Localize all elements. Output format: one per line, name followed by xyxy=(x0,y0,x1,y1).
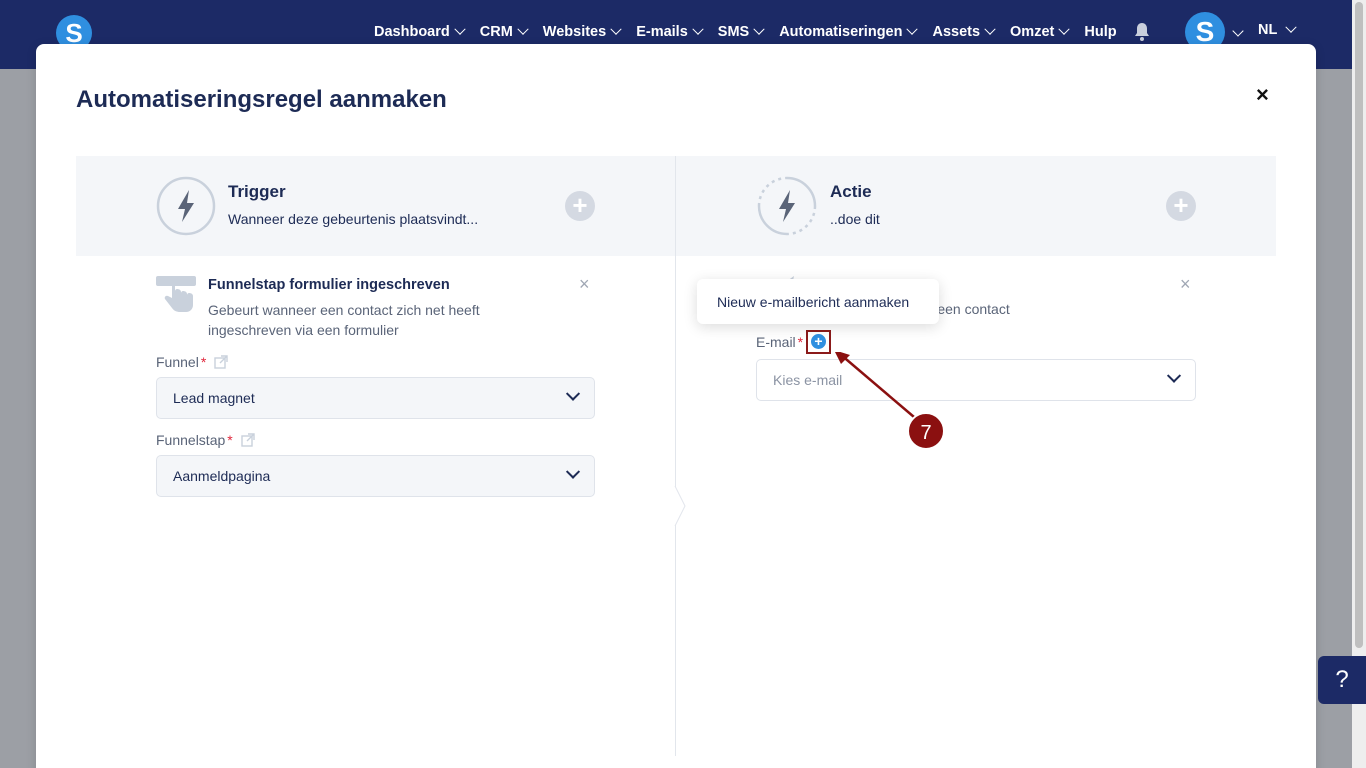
chevron-down-icon xyxy=(906,23,919,35)
remove-action-icon[interactable]: × xyxy=(1180,274,1191,295)
chevron-down-icon xyxy=(517,23,529,35)
external-link-icon[interactable] xyxy=(241,433,255,447)
nav-emails[interactable]: E-mails xyxy=(636,23,704,40)
language-switcher[interactable]: NL xyxy=(1258,21,1298,38)
trigger-panel-header: Trigger Wanneer deze gebeurtenis plaatsv… xyxy=(76,156,675,256)
chevron-down-icon xyxy=(565,464,581,479)
chevron-down-icon xyxy=(454,23,466,35)
nav-websites-label: Websites xyxy=(542,24,607,40)
add-email-tooltip: Nieuw e-mailbericht aanmaken xyxy=(697,279,939,324)
required-marker: * xyxy=(797,334,804,350)
nav-omzet-label: Omzet xyxy=(1010,24,1055,40)
nav-automatiseringen[interactable]: Automatiseringen xyxy=(779,23,919,40)
nav-crm-label: CRM xyxy=(479,24,513,40)
nav-hulp[interactable]: Hulp xyxy=(1084,24,1116,40)
help-button[interactable]: ? xyxy=(1318,656,1366,704)
funnel-label-text: Funnel xyxy=(156,354,199,370)
funnelstap-selected-value: Aanmeldpagina xyxy=(173,468,271,484)
scrollbar-thumb[interactable] xyxy=(1355,2,1363,648)
trigger-step-title: Funnelstap formulier ingeschreven xyxy=(208,277,450,293)
external-link-icon[interactable] xyxy=(214,355,228,369)
action-subtitle: ..doe dit xyxy=(830,211,880,227)
nav-hulp-label: Hulp xyxy=(1084,24,1117,40)
add-email-button[interactable]: + xyxy=(811,334,826,349)
nav-omzet[interactable]: Omzet xyxy=(1010,23,1071,40)
funnel-selected-value: Lead magnet xyxy=(173,390,255,406)
funnelstap-select[interactable]: Aanmeldpagina xyxy=(156,455,595,497)
required-marker: * xyxy=(227,432,233,448)
nav-assets[interactable]: Assets xyxy=(932,23,996,40)
nav-assets-label: Assets xyxy=(932,24,981,40)
panel-divider xyxy=(675,156,676,756)
main-menu: Dashboard CRM Websites E-mails SMS Autom… xyxy=(374,22,1173,42)
lightning-cycle-icon xyxy=(757,176,817,236)
close-icon[interactable]: × xyxy=(1256,82,1269,108)
language-label: NL xyxy=(1258,22,1278,38)
create-automation-rule-modal: Automatiseringsregel aanmaken × Trigger … xyxy=(36,44,1316,768)
divider-notch xyxy=(674,486,686,526)
chevron-down-icon xyxy=(1166,368,1182,383)
required-marker: * xyxy=(200,354,207,370)
nav-automatiseringen-label: Automatiseringen xyxy=(779,24,903,40)
trigger-subtitle: Wanneer deze gebeurtenis plaatsvindt... xyxy=(228,211,479,227)
lightning-icon xyxy=(156,176,216,236)
highlight-box: + xyxy=(806,330,831,354)
nav-sms[interactable]: SMS xyxy=(717,23,765,40)
page-scrollbar[interactable] xyxy=(1352,0,1366,768)
chevron-down-icon xyxy=(984,23,996,35)
modal-title: Automatiseringsregel aanmaken xyxy=(76,86,447,113)
chevron-down-icon xyxy=(1058,23,1071,35)
chevron-down-icon xyxy=(565,386,581,401)
funnel-select[interactable]: Lead magnet xyxy=(156,377,595,419)
email-field-label: E-mail * xyxy=(756,334,803,350)
bell-icon[interactable] xyxy=(1133,22,1151,42)
add-trigger-button[interactable]: + xyxy=(565,191,595,221)
funnel-field-label: Funnel * xyxy=(156,354,228,370)
nav-emails-label: E-mails xyxy=(636,24,688,40)
trigger-step-description: Gebeurt wanneer een contact zich net hee… xyxy=(208,302,480,338)
chevron-down-icon[interactable] xyxy=(1232,25,1244,37)
nav-sms-label: SMS xyxy=(717,24,750,40)
chevron-down-icon xyxy=(610,23,622,35)
form-funnel-icon xyxy=(156,276,196,312)
add-action-button[interactable]: + xyxy=(1166,191,1196,221)
chevron-down-icon xyxy=(692,23,704,35)
email-label-text: E-mail xyxy=(756,334,796,350)
funnelstap-label-text: Funnelstap xyxy=(156,432,226,448)
chevron-down-icon xyxy=(1285,21,1298,33)
action-panel-header: Actie ..doe dit + xyxy=(676,156,1276,256)
remove-trigger-icon[interactable]: × xyxy=(579,274,590,295)
nav-websites[interactable]: Websites xyxy=(542,23,622,40)
trigger-title: Trigger xyxy=(228,182,286,201)
nav-dashboard-label: Dashboard xyxy=(374,24,450,40)
action-title: Actie xyxy=(830,182,872,201)
nav-dashboard[interactable]: Dashboard xyxy=(374,23,466,40)
nav-crm[interactable]: CRM xyxy=(479,23,529,40)
annotation-step-number: 7 xyxy=(907,412,945,450)
email-select[interactable]: Kies e-mail xyxy=(756,359,1196,401)
funnelstap-field-label: Funnelstap * xyxy=(156,432,255,448)
chevron-down-icon xyxy=(753,23,765,35)
